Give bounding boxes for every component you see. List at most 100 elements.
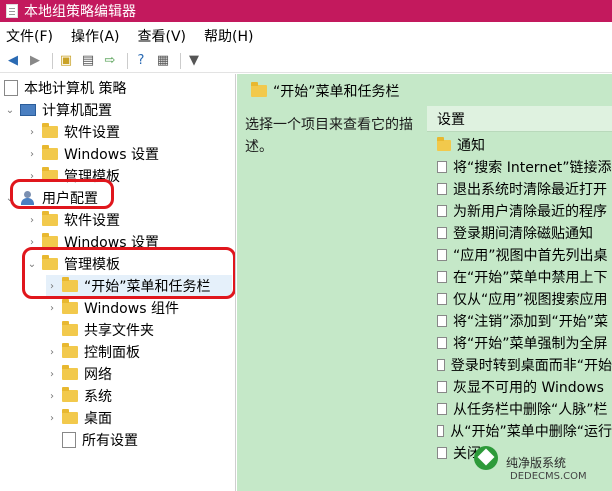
chevron-right-icon[interactable]: › [46, 369, 58, 380]
folder-icon [251, 82, 267, 97]
details-pane: “开始”菜单和任务栏 选择一个项目来查看它的描述。 设置 通知 将“搜索 Int… [237, 74, 612, 491]
tree-all-settings[interactable]: 所有设置 [46, 429, 138, 451]
column-header-setting[interactable]: 设置 [427, 106, 612, 132]
list-item[interactable]: 退出系统时清除最近打开 [427, 178, 612, 200]
description-text: 选择一个项目来查看它的描述。 [245, 117, 413, 155]
menu-help[interactable]: 帮助(H) [204, 26, 253, 46]
menu-action[interactable]: 操作(A) [71, 26, 120, 46]
highlight-user-config [10, 179, 114, 209]
toolbar-separator [180, 52, 181, 69]
list-item[interactable]: 从“开始”菜单中删除“运行 [427, 420, 612, 442]
policy-icon [4, 80, 18, 96]
tree-shared-folders[interactable]: 共享文件夹 [46, 319, 154, 341]
list-item-label: 退出系统时清除最近打开 [453, 182, 607, 198]
tree-system[interactable]: › 系统 [46, 385, 112, 407]
list-item[interactable]: 将“开始”菜单强制为全屏 [427, 332, 612, 354]
chevron-down-icon[interactable]: ⌄ [4, 105, 16, 116]
tree-label: 网络 [84, 367, 112, 383]
menu-file[interactable]: 文件(F) [6, 26, 53, 46]
list-item-label: 将“开始”菜单强制为全屏 [453, 336, 608, 352]
chevron-right-icon[interactable]: › [26, 237, 38, 248]
list-item-label: 将“注销”添加到“开始”菜 [453, 314, 609, 330]
tree-desktop[interactable]: › 桌面 [46, 407, 112, 429]
up-folder-icon[interactable]: ▣ [57, 52, 75, 70]
policy-setting-icon [437, 161, 447, 173]
list-item-label: 通知 [457, 138, 485, 154]
list-item[interactable]: 仅从“应用”视图搜索应用 [427, 288, 612, 310]
policy-setting-icon [437, 227, 447, 239]
tree-control-panel[interactable]: › 控制面板 [46, 341, 140, 363]
policy-setting-icon [437, 271, 447, 283]
filter-icon[interactable]: ▼ [185, 52, 203, 70]
details-header: “开始”菜单和任务栏 [237, 78, 612, 104]
list-item[interactable]: 登录期间清除磁贴通知 [427, 222, 612, 244]
tree-label: 所有设置 [82, 433, 138, 449]
policy-setting-icon [437, 403, 447, 415]
tree-computer-windows[interactable]: › Windows 设置 [26, 143, 159, 165]
chevron-right-icon[interactable]: › [46, 347, 58, 358]
policy-setting-icon [437, 337, 447, 349]
tree-computer-software[interactable]: › 软件设置 [26, 121, 120, 143]
policy-setting-icon [437, 293, 447, 305]
tree-root[interactable]: 本地计算机 策略 [4, 77, 126, 99]
list-item[interactable]: 灰显不可用的 Windows [427, 376, 612, 398]
tree-root-label: 本地计算机 策略 [24, 81, 127, 97]
policy-setting-icon [437, 205, 447, 217]
settings-list: 设置 通知 将“搜索 Internet”链接添 退出系统时清除最近打开 为新用户… [427, 104, 612, 491]
help-icon[interactable]: ? [132, 52, 150, 70]
chevron-right-icon[interactable]: › [46, 413, 58, 424]
chevron-right-icon[interactable]: › [26, 215, 38, 226]
list-item[interactable]: 从任务栏中删除“人脉”栏 [427, 398, 612, 420]
list-item[interactable]: 将“注销”添加到“开始”菜 [427, 310, 612, 332]
chevron-right-icon[interactable]: › [26, 127, 38, 138]
tree-label: 控制面板 [84, 345, 140, 361]
menu-bar: 文件(F) 操作(A) 查看(V) 帮助(H) [0, 24, 612, 48]
app-icon [6, 4, 18, 18]
list-item[interactable]: “应用”视图中首先列出桌 [427, 244, 612, 266]
tree-label: Windows 组件 [84, 301, 179, 317]
watermark-site: DEDECMS.COM [510, 471, 587, 482]
tree-label: 系统 [84, 389, 112, 405]
list-item-label: 仅从“应用”视图搜索应用 [453, 292, 608, 308]
tree-windows-components[interactable]: › Windows 组件 [46, 297, 179, 319]
list-item-label: 从“开始”菜单中删除“运行 [450, 424, 612, 440]
toolbar-separator [52, 52, 53, 69]
highlight-admin-templates [22, 247, 235, 299]
policy-setting-icon [437, 183, 447, 195]
settings-page-icon [62, 432, 76, 448]
back-icon[interactable]: ◀ [4, 52, 22, 70]
menu-view[interactable]: 查看(V) [138, 26, 187, 46]
tree-computer-config[interactable]: ⌄ 计算机配置 [4, 99, 112, 121]
chevron-right-icon[interactable]: › [46, 391, 58, 402]
folder-icon [42, 211, 58, 226]
show-hide-tree-icon[interactable]: ▤ [79, 52, 97, 70]
folder-icon [62, 365, 78, 380]
policy-setting-icon [437, 381, 447, 393]
toolbar-separator [127, 52, 128, 69]
chevron-right-icon[interactable]: › [26, 149, 38, 160]
list-item[interactable]: 为新用户清除最近的程序 [427, 200, 612, 222]
forward-icon[interactable]: ▶ [26, 52, 44, 70]
list-item[interactable]: 将“搜索 Internet”链接添 [427, 156, 612, 178]
list-item-label: 灰显不可用的 Windows [453, 380, 604, 396]
list-item-label: 将“搜索 Internet”链接添 [453, 160, 612, 176]
folder-icon [42, 123, 58, 138]
list-item-label: 登录期间清除磁贴通知 [453, 226, 593, 242]
tree-network[interactable]: › 网络 [46, 363, 112, 385]
tree-label: 共享文件夹 [84, 323, 154, 339]
toolbar: ◀ ▶ ▣ ▤ ⇨ ? ▦ ▼ [0, 49, 612, 73]
tree-label: Windows 设置 [64, 147, 159, 163]
export-icon[interactable]: ⇨ [101, 52, 119, 70]
details-title: “开始”菜单和任务栏 [273, 84, 400, 100]
folder-icon [437, 136, 451, 151]
chevron-right-icon[interactable]: › [46, 303, 58, 314]
list-item[interactable]: 登录时转到桌面而非“开始 [427, 354, 612, 376]
policy-setting-icon [437, 359, 445, 371]
list-item-label: 在“开始”菜单中禁用上下 [453, 270, 608, 286]
list-item[interactable]: 在“开始”菜单中禁用上下 [427, 266, 612, 288]
tree-user-software[interactable]: › 软件设置 [26, 209, 120, 231]
list-item[interactable]: 通知 [427, 134, 612, 156]
navigation-tree: 本地计算机 策略 ⌄ 计算机配置 › 软件设置 › Windows 设置 › 管… [0, 74, 236, 491]
properties-icon[interactable]: ▦ [154, 52, 172, 70]
window-title: 本地组策略编辑器 [24, 4, 136, 20]
